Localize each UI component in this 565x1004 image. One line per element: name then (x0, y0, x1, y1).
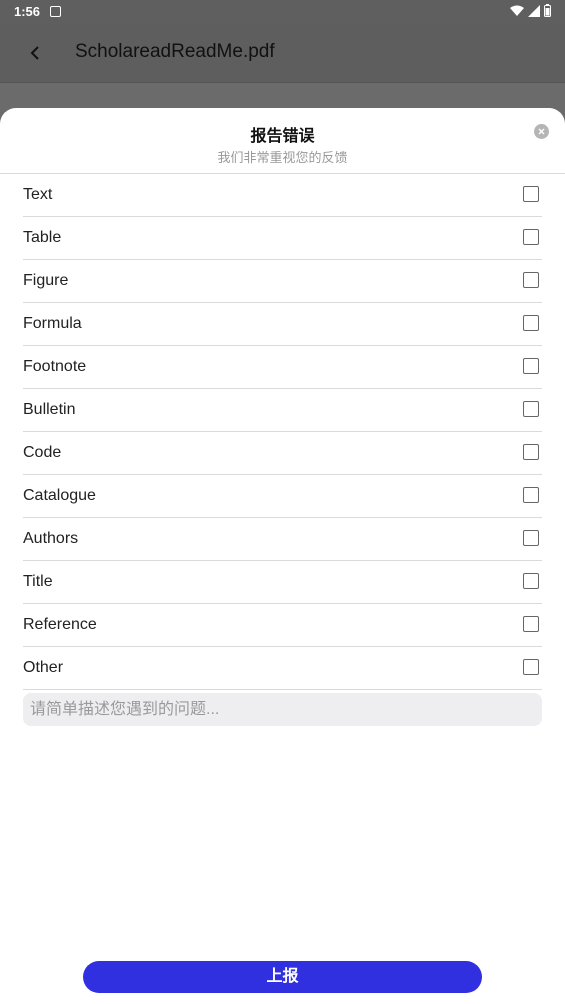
option-row-other[interactable]: Other (23, 647, 542, 690)
checkbox[interactable] (523, 229, 539, 245)
option-label: Authors (23, 530, 79, 547)
wifi-icon (510, 5, 524, 16)
problem-description-input[interactable] (23, 693, 542, 726)
sheet-header: 报告错误 我们非常重视您的反馈 (0, 108, 565, 174)
option-row-text[interactable]: Text (23, 174, 542, 217)
option-label: Table (23, 229, 62, 246)
error-type-list: Text Table Figure Formula Footnote Bulle… (23, 174, 542, 690)
option-label: Bulletin (23, 401, 76, 418)
back-arrow-icon (30, 46, 39, 60)
checkbox[interactable] (523, 315, 539, 331)
option-label: Catalogue (23, 487, 96, 504)
option-row-title[interactable]: Title (23, 561, 542, 604)
checkbox[interactable] (523, 401, 539, 417)
option-row-figure[interactable]: Figure (23, 260, 542, 303)
submit-report-button[interactable]: 上报 (83, 961, 482, 993)
app-bar: ScholareadReadMe.pdf (0, 24, 565, 83)
option-row-code[interactable]: Code (23, 432, 542, 475)
status-time: 1:56 (14, 4, 41, 19)
status-icons (510, 4, 551, 17)
checkbox[interactable] (523, 358, 539, 374)
sheet-title: 报告错误 (250, 128, 315, 145)
battery-icon (544, 4, 551, 17)
sheet-subtitle: 我们非常重视您的反馈 (217, 150, 348, 165)
option-label: Footnote (23, 358, 87, 375)
checkbox[interactable] (523, 573, 539, 589)
option-row-reference[interactable]: Reference (23, 604, 542, 647)
checkbox[interactable] (523, 616, 539, 632)
report-error-sheet: 报告错误 我们非常重视您的反馈 Text Table Figure Formul… (0, 108, 565, 1004)
back-button[interactable] (20, 38, 50, 68)
status-bar: 1:56 (0, 0, 565, 24)
checkbox[interactable] (523, 444, 539, 460)
option-row-footnote[interactable]: Footnote (23, 346, 542, 389)
option-label: Text (23, 186, 53, 203)
option-label: Other (23, 659, 64, 676)
checkbox[interactable] (523, 659, 539, 675)
document-title: ScholareadReadMe.pdf (75, 41, 275, 62)
option-label: Code (23, 444, 62, 461)
option-row-catalogue[interactable]: Catalogue (23, 475, 542, 518)
option-row-authors[interactable]: Authors (23, 518, 542, 561)
signal-icon (528, 4, 540, 17)
option-label: Title (23, 573, 53, 590)
close-button[interactable] (534, 124, 549, 139)
option-label: Reference (23, 616, 97, 633)
close-icon (538, 128, 545, 135)
option-label: Figure (23, 272, 69, 289)
option-row-table[interactable]: Table (23, 217, 542, 260)
checkbox[interactable] (523, 487, 539, 503)
notification-icon (50, 6, 61, 17)
option-label: Formula (23, 315, 82, 332)
option-row-bulletin[interactable]: Bulletin (23, 389, 542, 432)
checkbox[interactable] (523, 186, 539, 202)
checkbox[interactable] (523, 530, 539, 546)
option-row-formula[interactable]: Formula (23, 303, 542, 346)
checkbox[interactable] (523, 272, 539, 288)
